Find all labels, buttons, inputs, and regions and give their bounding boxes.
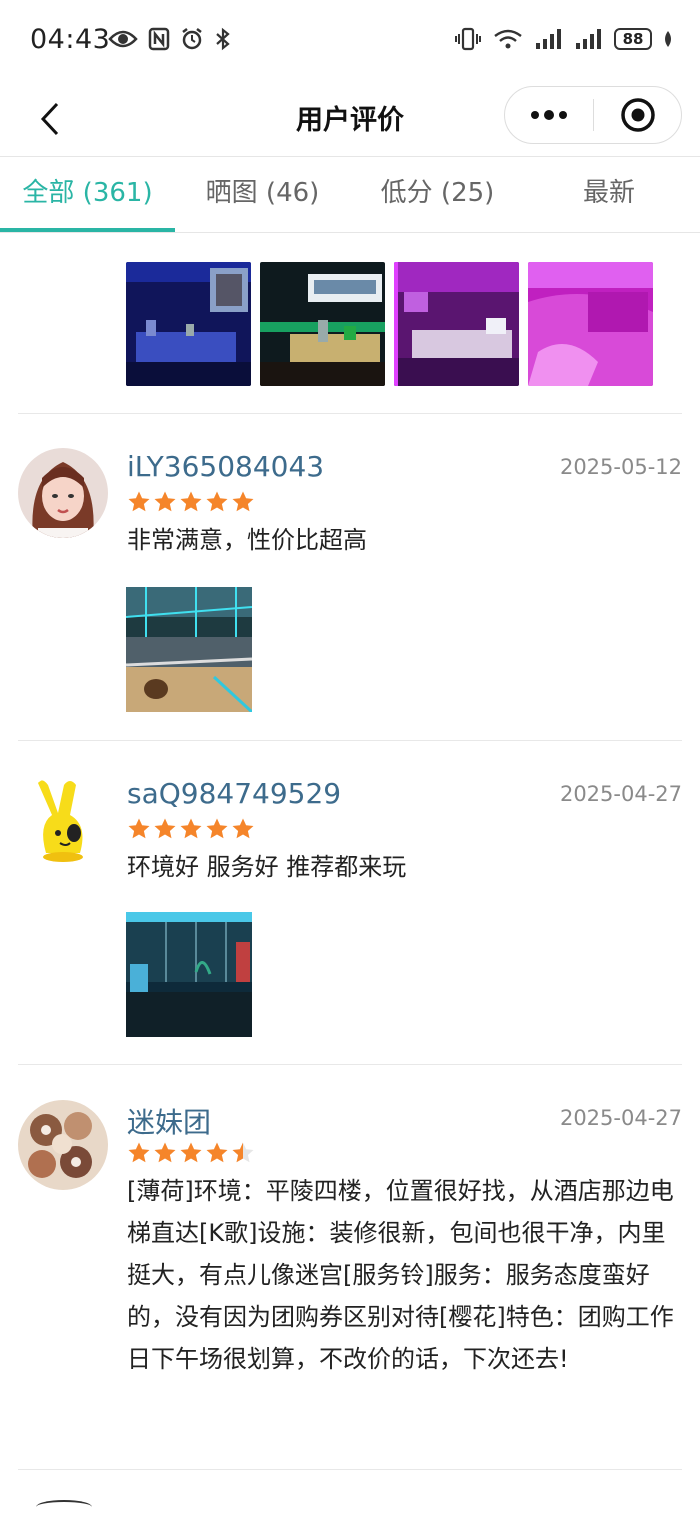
status-icons-left <box>108 27 232 51</box>
avatar[interactable] <box>18 775 108 865</box>
miniprogram-capsule <box>504 86 682 144</box>
wifi-icon <box>494 29 522 49</box>
review-divider <box>18 1469 682 1470</box>
review-photo[interactable] <box>394 262 519 386</box>
title-bar: 用户评价 <box>0 84 700 156</box>
review-photo-strip <box>126 262 653 386</box>
tab-all[interactable]: 全部 (361) <box>0 157 175 233</box>
battery-icon: 88 <box>614 28 652 50</box>
star-icon <box>154 818 176 839</box>
review-photo[interactable] <box>126 262 251 386</box>
star-rating <box>127 490 255 514</box>
star-icon <box>154 491 176 512</box>
signal-icon <box>536 29 561 49</box>
review-item: iLY365084043 2025-05-12 非常满意，性价比超高 <box>0 413 700 740</box>
review-item: 迷妹团 2025-04-27 [薄荷]环境：平陵四楼，位置很好找，从酒店那边电梯… <box>0 1064 700 1469</box>
review-date: 2025-04-27 <box>559 1106 682 1130</box>
star-icon <box>232 491 254 512</box>
review-photo[interactable] <box>126 912 252 1037</box>
signal-icon-2 <box>576 29 601 49</box>
more-dots-icon <box>531 110 567 120</box>
star-icon <box>180 818 202 839</box>
tab-low-score[interactable]: 低分 (25) <box>350 157 525 233</box>
star-rating <box>127 1141 255 1165</box>
alarm-icon <box>182 28 202 50</box>
star-rating <box>127 817 255 841</box>
star-icon <box>232 818 254 839</box>
target-close-icon <box>620 98 655 132</box>
leaf-icon <box>665 31 671 47</box>
eye-icon <box>108 30 138 48</box>
vibrate-icon <box>455 27 481 51</box>
nfc-icon <box>148 27 170 51</box>
next-avatar-edge <box>36 1500 92 1514</box>
close-miniprogram-button[interactable] <box>594 87 681 143</box>
username[interactable]: 迷妹团 <box>127 1101 211 1141</box>
status-bar: 04:43 88 <box>0 0 700 84</box>
review-tabs: 全部 (361) 晒图 (46) 低分 (25) 最新 <box>0 156 700 233</box>
status-icons-right: 88 <box>454 27 674 51</box>
star-half-icon <box>232 1142 254 1163</box>
active-tab-indicator <box>0 228 175 232</box>
review-photo[interactable] <box>126 587 252 712</box>
review-date: 2025-05-12 <box>559 455 682 479</box>
username[interactable]: saQ984749529 <box>127 777 341 810</box>
star-icon <box>154 1142 176 1163</box>
star-icon <box>206 491 228 512</box>
tab-latest[interactable]: 最新 <box>525 157 693 233</box>
bluetooth-icon <box>216 27 230 51</box>
star-icon <box>180 1142 202 1163</box>
avatar[interactable] <box>18 448 108 538</box>
star-icon <box>206 818 228 839</box>
review-text: 环境好 服务好 推荐都来玩 <box>127 853 407 881</box>
star-icon <box>128 818 150 839</box>
star-icon <box>180 491 202 512</box>
more-button[interactable] <box>505 87 593 143</box>
star-icon <box>128 1142 150 1163</box>
avatar[interactable] <box>18 1100 108 1190</box>
star-icon <box>128 491 150 512</box>
review-photo[interactable] <box>528 262 653 386</box>
review-text: [薄荷]环境：平陵四楼，位置很好找，从酒店那边电梯直达[K歌]设施：装修很新，包… <box>127 1177 674 1373</box>
review-date: 2025-04-27 <box>559 782 682 806</box>
tab-photos[interactable]: 晒图 (46) <box>175 157 350 233</box>
star-icon <box>206 1142 228 1163</box>
review-text: 非常满意，性价比超高 <box>127 526 367 554</box>
username[interactable]: iLY365084043 <box>127 450 324 483</box>
status-time: 04:43 <box>30 24 111 55</box>
review-item: saQ984749529 2025-04-27 环境好 服务好 推荐都来玩 <box>0 740 700 1065</box>
review-photo[interactable] <box>260 262 385 386</box>
